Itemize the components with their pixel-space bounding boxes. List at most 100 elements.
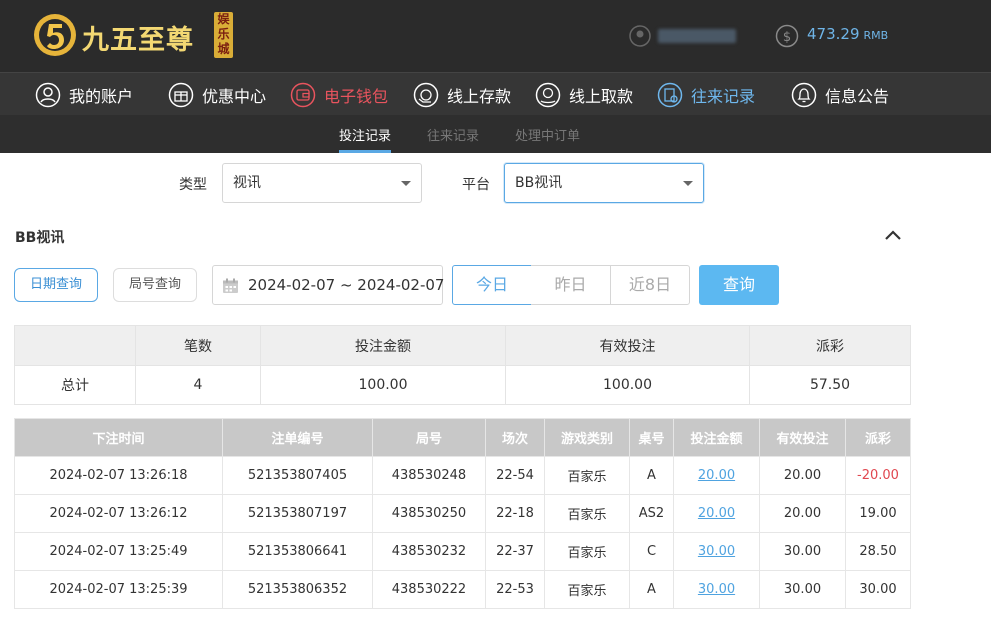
game-type-cell: 百家乐: [544, 532, 630, 571]
search-button[interactable]: 查询: [699, 265, 779, 305]
tab-bet-records[interactable]: 投注记录: [339, 125, 392, 153]
game-type-cell: 百家乐: [544, 494, 630, 533]
today-button[interactable]: 今日: [452, 265, 532, 305]
user-icon: [35, 82, 61, 107]
table-row: 2024-02-07 13:26:12 521353807197 4385302…: [14, 494, 911, 533]
type-label: 类型: [179, 177, 207, 193]
nav-label: 我的账户: [69, 86, 134, 106]
valid-bet-cell: 20.00: [759, 456, 846, 495]
yesterday-button[interactable]: 昨日: [531, 265, 611, 305]
platform-select[interactable]: BB视讯: [504, 163, 704, 203]
column-header: 桌号: [629, 418, 674, 457]
summary-total-row: 总计 4 100.00 100.00 57.50: [14, 365, 911, 405]
type-select[interactable]: 视讯: [222, 163, 422, 203]
table-row: 2024-02-07 13:26:18 521353807405 4385302…: [14, 456, 911, 495]
table-id-cell: C: [629, 532, 674, 571]
tab-transaction-records[interactable]: 往来记录: [427, 125, 479, 153]
session-cell: 22-53: [485, 570, 545, 609]
withdraw-icon: [535, 82, 561, 107]
type-select-value: 视讯: [233, 175, 261, 191]
nav-e-wallet[interactable]: 电子钱包: [290, 73, 388, 116]
section-title: BB视讯: [15, 230, 65, 246]
table-id-cell: AS2: [629, 494, 674, 533]
top-header: 九五至尊 娱乐城 $ 473.29 RMB: [0, 0, 991, 72]
tab-pending-orders[interactable]: 处理中订单: [515, 125, 580, 153]
bet-amount-link[interactable]: 30.00: [673, 532, 760, 571]
summary-header-cell: 投注金额: [260, 325, 506, 366]
nav-online-deposit[interactable]: 线上存款: [413, 73, 511, 116]
nav-label: 线上存款: [447, 86, 512, 106]
session-cell: 22-37: [485, 532, 545, 571]
bet-id-cell: 521353806352: [222, 570, 373, 609]
summary-table: 笔数 投注金额 有效投注 派彩 总计 4 100.00 100.00 57.50: [14, 325, 911, 405]
valid-bet-cell: 20.00: [759, 494, 846, 533]
round-query-button[interactable]: 局号查询: [113, 268, 197, 302]
nav-transaction-records[interactable]: 往来记录: [657, 73, 755, 116]
date-range-input[interactable]: 2024-02-07 ~ 2024-02-07: [212, 265, 445, 305]
summary-header-cell: 有效投注: [505, 325, 750, 366]
sub-nav: 投注记录 往来记录 处理中订单: [0, 115, 991, 153]
summary-cell: 100.00: [505, 365, 750, 405]
column-header: 派彩: [845, 418, 911, 457]
summary-cell: 4: [135, 365, 261, 405]
balance-currency: RMB: [863, 29, 889, 42]
username-masked: [658, 29, 736, 43]
round-id-cell: 438530222: [372, 570, 486, 609]
date-query-button[interactable]: 日期查询: [14, 268, 98, 302]
summary-cell: 总计: [14, 365, 136, 405]
bet-records-table: 下注时间 注单编号 局号 场次 游戏类别 桌号 投注金额 有效投注 派彩 202…: [14, 418, 911, 609]
user-avatar-icon: [629, 25, 651, 47]
bet-time-cell: 2024-02-07 13:25:39: [14, 570, 223, 609]
table-id-cell: A: [629, 570, 674, 609]
bet-amount-link[interactable]: 20.00: [673, 456, 760, 495]
game-type-cell: 百家乐: [544, 456, 630, 495]
bet-id-cell: 521353806641: [222, 532, 373, 571]
brand-name: 九五至尊: [82, 25, 194, 56]
payout-cell: -20.00: [845, 456, 911, 495]
round-id-cell: 438530232: [372, 532, 486, 571]
nav-label: 优惠中心: [202, 86, 267, 106]
platform-label: 平台: [462, 177, 490, 193]
payout-cell: 28.50: [845, 532, 911, 571]
summary-header-cell: 笔数: [135, 325, 261, 366]
nav-announcements[interactable]: 信息公告: [791, 73, 889, 116]
valid-bet-cell: 30.00: [759, 570, 846, 609]
platform-select-value: BB视讯: [515, 175, 563, 191]
column-header: 投注金额: [673, 418, 760, 457]
balance-display: 473.29 RMB: [807, 25, 888, 43]
bet-amount-link[interactable]: 20.00: [673, 494, 760, 533]
table-id-cell: A: [629, 456, 674, 495]
calendar-icon: [223, 278, 238, 293]
bet-id-cell: 521353807197: [222, 494, 373, 533]
balance-value: 473.29: [807, 25, 860, 43]
date-range-value: 2024-02-07 ~ 2024-02-07: [248, 276, 445, 294]
chevron-up-icon[interactable]: [882, 226, 904, 244]
bet-amount-link[interactable]: 30.00: [673, 570, 760, 609]
site-logo[interactable]: 九五至尊 娱乐城: [32, 8, 242, 64]
summary-header-cell: 派彩: [749, 325, 911, 366]
payout-cell: 30.00: [845, 570, 911, 609]
nav-online-withdraw[interactable]: 线上取款: [535, 73, 633, 116]
logo-emblem-icon: [34, 14, 76, 56]
column-header: 有效投注: [759, 418, 846, 457]
session-cell: 22-18: [485, 494, 545, 533]
chevron-down-icon: [683, 181, 693, 186]
last-8-days-button[interactable]: 近8日: [610, 265, 690, 305]
game-type-cell: 百家乐: [544, 570, 630, 609]
brand-sub: 娱乐城: [214, 12, 233, 58]
gift-icon: [168, 82, 194, 107]
nav-promotions[interactable]: 优惠中心: [168, 73, 266, 116]
bet-id-cell: 521353807405: [222, 456, 373, 495]
column-header: 注单编号: [222, 418, 373, 457]
nav-label: 电子钱包: [324, 86, 389, 106]
valid-bet-cell: 30.00: [759, 532, 846, 571]
detail-header-row: 下注时间 注单编号 局号 场次 游戏类别 桌号 投注金额 有效投注 派彩: [14, 418, 911, 457]
column-header: 局号: [372, 418, 486, 457]
summary-header-row: 笔数 投注金额 有效投注 派彩: [14, 325, 911, 366]
chevron-down-icon: [401, 181, 411, 186]
session-cell: 22-54: [485, 456, 545, 495]
nav-my-account[interactable]: 我的账户: [35, 73, 133, 116]
round-id-cell: 438530248: [372, 456, 486, 495]
summary-cell: 57.50: [749, 365, 911, 405]
wallet-icon: [290, 82, 316, 107]
